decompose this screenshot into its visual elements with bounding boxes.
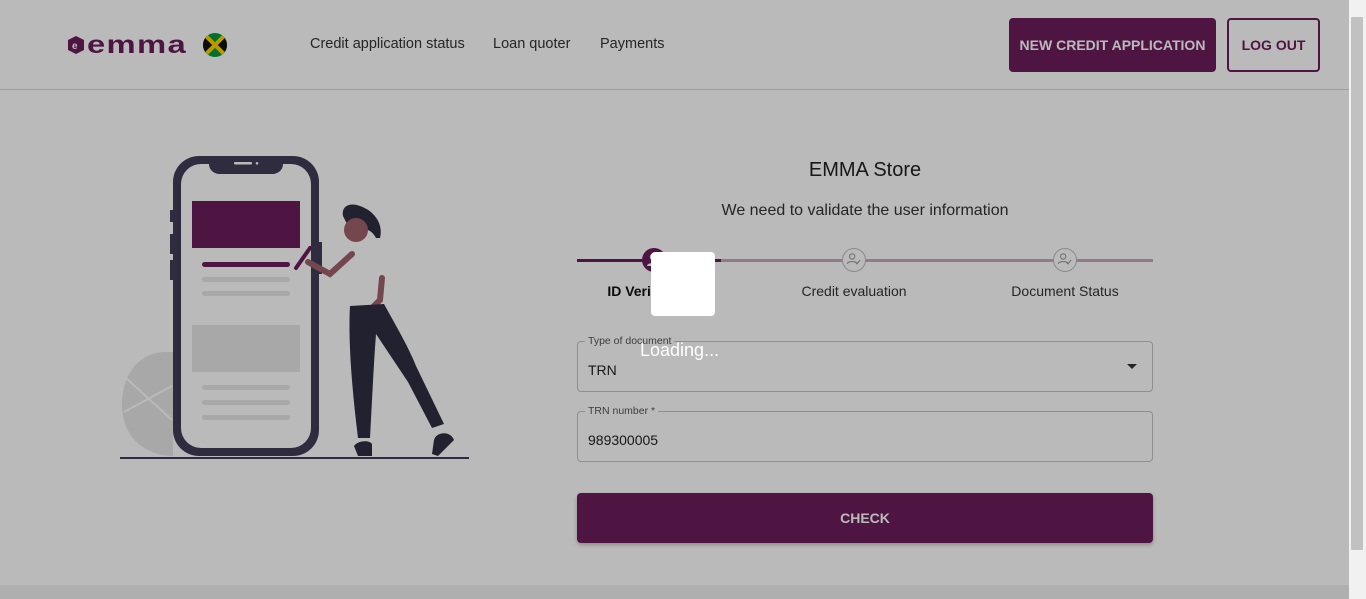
vertical-scrollbar[interactable] [1349,0,1366,599]
scrollbar-thumb[interactable] [1351,17,1363,550]
loading-overlay: Loading... [0,0,1349,599]
loading-spinner-box [651,252,715,316]
loading-text: Loading... [640,340,720,360]
